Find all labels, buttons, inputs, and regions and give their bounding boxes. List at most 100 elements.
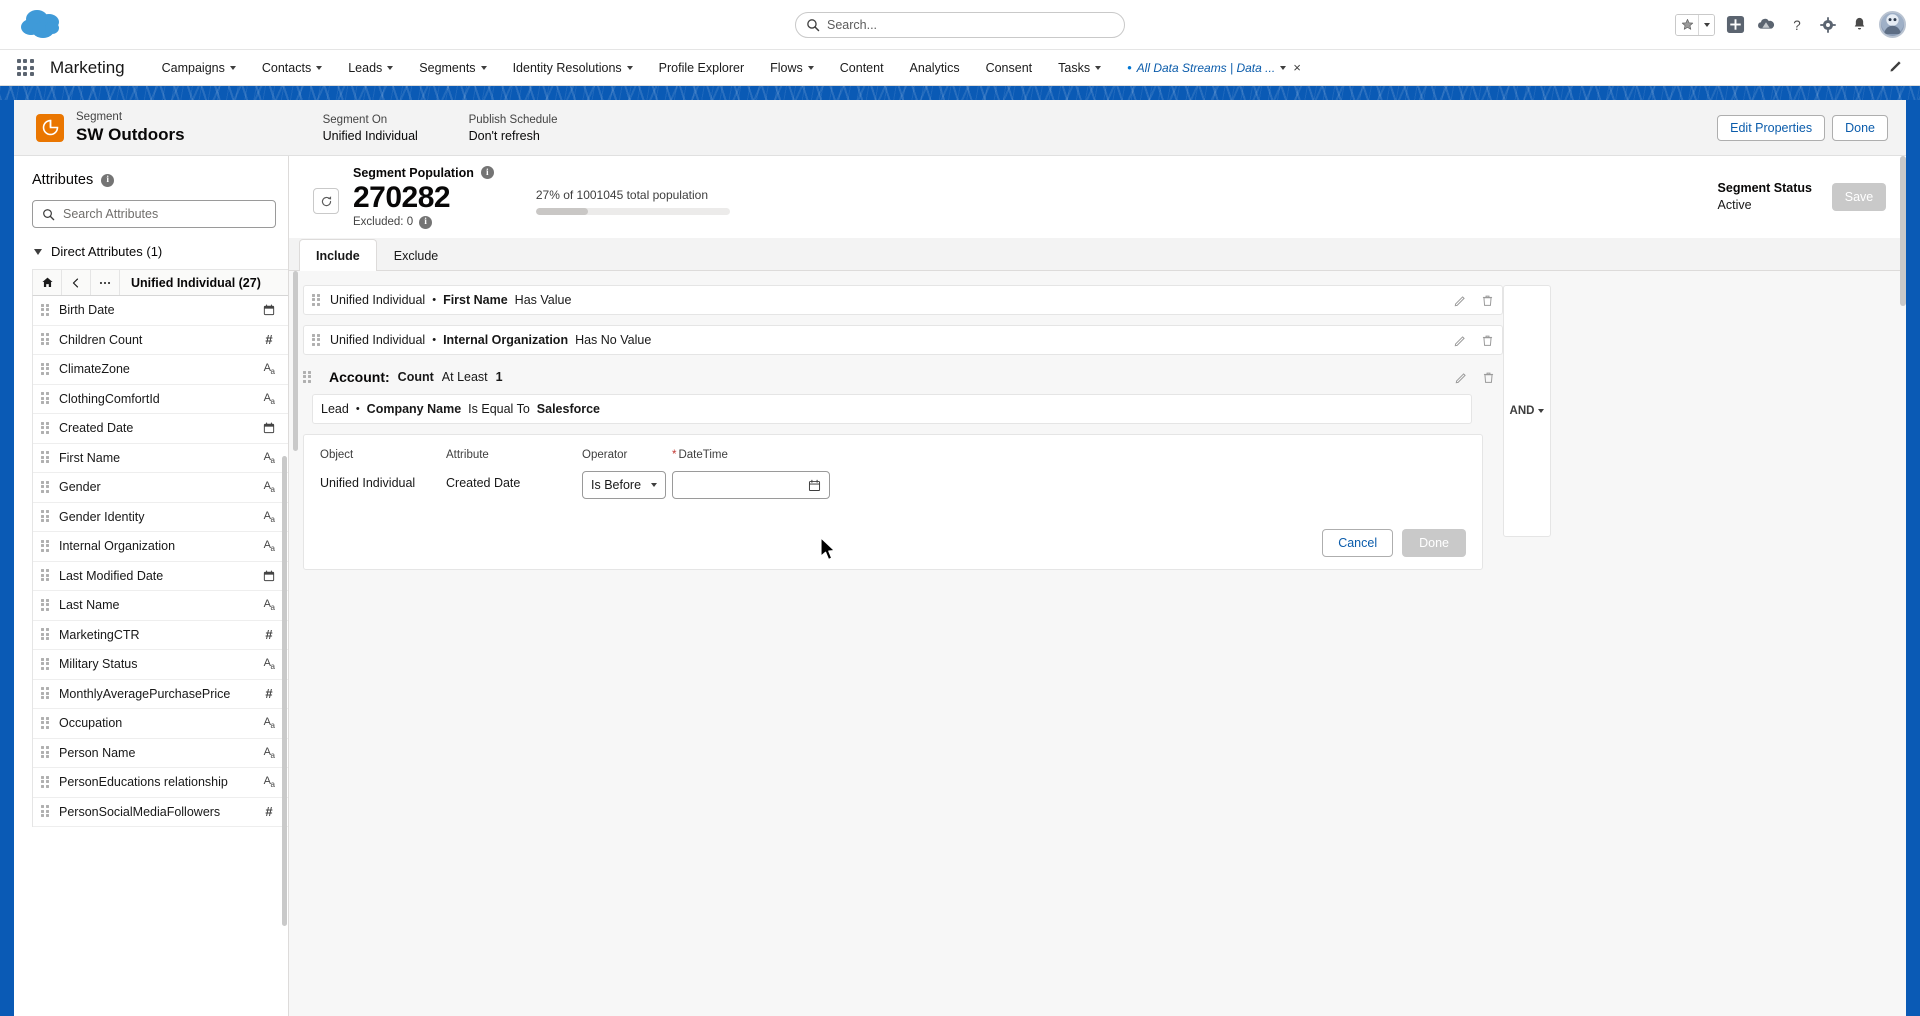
drag-handle-icon[interactable] [41,687,50,700]
criteria-row-first-name[interactable]: Unified Individual • First Name Has Valu… [303,285,1503,315]
drag-handle-icon[interactable] [41,451,50,464]
attribute-list-item[interactable]: OccupationAa [33,709,288,739]
salesforce-cloud-logo[interactable] [18,7,68,43]
attribute-list-item[interactable]: MonthlyAveragePurchasePrice# [33,680,288,710]
chevron-down-icon[interactable] [627,66,633,70]
chevron-down-icon[interactable] [1280,66,1286,70]
editor-done-button[interactable]: Done [1402,529,1466,557]
drag-handle-icon[interactable] [312,294,321,307]
drag-handle-icon[interactable] [41,746,50,759]
attribute-list-item[interactable]: Last Modified Date [33,562,288,592]
nav-item-analytics[interactable]: Analytics [897,50,973,86]
edit-navigation-pencil-icon[interactable] [1889,58,1904,78]
user-avatar[interactable] [1879,11,1906,38]
trash-icon[interactable] [1481,294,1494,307]
chevron-down-icon[interactable] [481,66,487,70]
drag-handle-icon[interactable] [41,776,50,789]
cancel-button[interactable]: Cancel [1322,529,1393,557]
drag-handle-icon[interactable] [312,334,321,347]
refresh-population-button[interactable] [313,188,339,214]
attribute-list-item[interactable]: First NameAa [33,444,288,474]
favorites-caret-icon[interactable] [1699,15,1714,35]
attribute-list-item[interactable]: Children Count# [33,326,288,356]
nav-item-segments[interactable]: Segments [406,50,499,86]
drag-handle-icon[interactable] [41,805,50,818]
chevron-down-icon[interactable] [316,66,322,70]
attribute-list-item[interactable]: ClothingComfortIdAa [33,385,288,415]
drag-handle-icon[interactable] [303,371,312,384]
chevron-down-icon[interactable] [387,66,393,70]
attribute-list-item[interactable]: GenderAa [33,473,288,503]
drag-handle-icon[interactable] [41,717,50,730]
calendar-icon[interactable] [808,479,821,492]
panel-scrollbar[interactable] [1900,156,1906,306]
drag-handle-icon[interactable] [41,658,50,671]
drag-handle-icon[interactable] [41,628,50,641]
nav-item-campaigns[interactable]: Campaigns [149,50,249,86]
save-button[interactable]: Save [1832,183,1886,211]
app-launcher-icon[interactable] [14,57,36,79]
pencil-icon[interactable] [1454,294,1467,307]
drag-handle-icon[interactable] [41,333,50,346]
attribute-list-item[interactable]: Birth Date [33,296,288,326]
pencil-icon[interactable] [1454,334,1467,347]
attribute-list-item[interactable]: Internal OrganizationAa [33,532,288,562]
drag-handle-icon[interactable] [41,392,50,405]
tab-exclude[interactable]: Exclude [377,239,455,271]
drag-handle-icon[interactable] [41,569,50,582]
attribute-list-item[interactable]: Person NameAa [33,739,288,769]
done-button[interactable]: Done [1832,115,1888,141]
drag-handle-icon[interactable] [41,363,50,376]
drag-handle-icon[interactable] [41,540,50,553]
global-search-box[interactable] [795,12,1125,38]
drag-handle-icon[interactable] [41,422,50,435]
trash-icon[interactable] [1481,334,1494,347]
search-attributes-input[interactable] [63,207,266,221]
drag-handle-icon[interactable] [41,481,50,494]
global-search-input[interactable] [827,18,1114,32]
chevron-down-icon[interactable] [1095,66,1101,70]
info-icon[interactable]: i [481,166,494,179]
drag-handle-icon[interactable] [41,304,50,317]
attributes-scrollbar[interactable] [282,456,287,926]
attribute-list-item[interactable]: Created Date [33,414,288,444]
add-icon[interactable] [1724,14,1746,36]
attribute-list-item[interactable]: Gender IdentityAa [33,503,288,533]
notifications-bell-icon[interactable] [1848,14,1870,36]
criteria-row-company-name[interactable]: Lead • Company Name Is Equal To Salesfor… [312,394,1472,424]
nav-item-contacts[interactable]: Contacts [249,50,335,86]
home-icon[interactable] [33,270,62,295]
and-operator[interactable]: AND [1510,405,1545,417]
logic-operator-rail[interactable]: AND [1503,285,1551,537]
close-icon[interactable]: × [1291,60,1303,75]
nav-item-tasks[interactable]: Tasks [1045,50,1114,86]
edit-properties-button[interactable]: Edit Properties [1717,115,1825,141]
cloud-setup-icon[interactable] [1755,14,1777,36]
direct-attributes-section-toggle[interactable]: Direct Attributes (1) [14,228,288,269]
favorites-star-icon[interactable] [1676,15,1699,35]
drag-handle-icon[interactable] [41,510,50,523]
nav-item-consent[interactable]: Consent [973,50,1046,86]
drag-handle-icon[interactable] [41,599,50,612]
attribute-list-item[interactable]: MarketingCTR# [33,621,288,651]
chevron-down-icon[interactable] [230,66,236,70]
operator-select[interactable]: Is Before [582,471,666,499]
datetime-input[interactable] [681,478,808,492]
back-chevron-icon[interactable] [62,270,91,295]
info-icon[interactable]: i [419,216,432,229]
attribute-list-item[interactable]: PersonSocialMediaFollowers# [33,798,288,828]
chevron-down-icon[interactable] [1538,409,1544,413]
nav-item-flows[interactable]: Flows [757,50,827,86]
nav-item-profile-explorer[interactable]: Profile Explorer [646,50,757,86]
attribute-list-item[interactable]: Military StatusAa [33,650,288,680]
datetime-input-wrapper[interactable] [672,471,830,499]
nav-item-identity-resolutions[interactable]: Identity Resolutions [500,50,646,86]
attribute-list-item[interactable]: PersonEducations relationshipAa [33,768,288,798]
attribute-list-item[interactable]: ClimateZoneAa [33,355,288,385]
help-icon[interactable]: ? [1786,14,1808,36]
canvas-scrollbar[interactable] [293,271,298,451]
overflow-menu-icon[interactable] [91,270,120,295]
favorites-group[interactable] [1675,14,1715,36]
pencil-icon[interactable] [1455,371,1468,384]
chevron-down-icon[interactable] [808,66,814,70]
